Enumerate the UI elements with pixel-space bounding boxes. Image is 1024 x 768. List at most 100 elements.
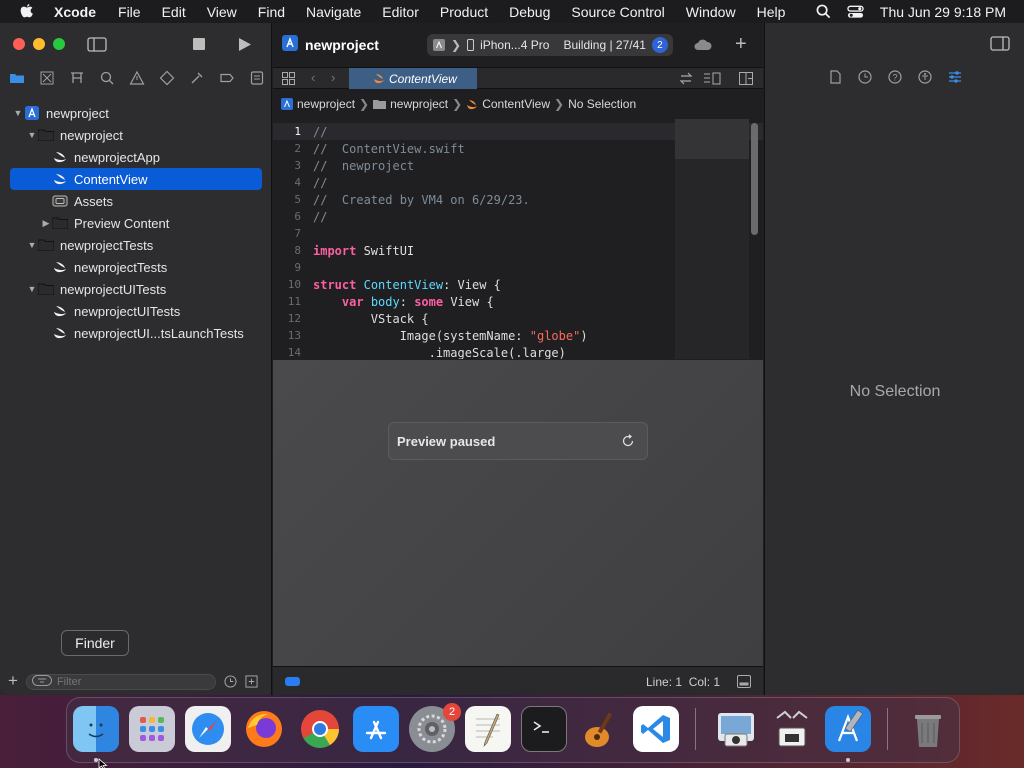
source-editor[interactable]: 1//2// ContentView.swift 3// newproject 4/… — [273, 119, 763, 359]
source-control-filter-icon[interactable] — [245, 674, 258, 688]
debug-area-panel-icon[interactable] — [737, 675, 751, 688]
inspector-toggle-icon[interactable] — [990, 36, 1010, 51]
scheme-project-name[interactable]: newproject — [305, 37, 379, 53]
breakpoint-navigator-icon[interactable] — [219, 70, 235, 86]
control-center-icon[interactable] — [847, 5, 864, 19]
minimap-visible-region[interactable] — [675, 119, 749, 159]
file-inspector-icon[interactable] — [827, 69, 843, 85]
activity-count-badge[interactable]: 2 — [651, 37, 668, 53]
editor-scrollbar[interactable] — [751, 123, 758, 235]
stop-icon[interactable] — [193, 38, 205, 50]
navigator-row[interactable]: ▼ newprojectTests — [0, 234, 272, 256]
disclosure-open-icon[interactable]: ▼ — [26, 240, 38, 250]
related-items-grid-icon[interactable] — [282, 72, 295, 85]
refresh-arrows-icon[interactable] — [679, 72, 693, 85]
project-navigator-folder-icon[interactable] — [9, 70, 25, 86]
disclosure-open-icon[interactable]: ▼ — [26, 284, 38, 294]
menu-edit[interactable]: Edit — [162, 4, 186, 20]
disclosure-open-icon[interactable]: ▼ — [12, 108, 24, 118]
line-number[interactable]: 9 — [273, 261, 313, 274]
test-navigator-diamond-icon[interactable] — [159, 70, 175, 86]
forward-chevron-icon[interactable]: › — [331, 70, 335, 85]
dock-terminal-icon[interactable] — [521, 706, 567, 752]
line-number[interactable]: 1 — [273, 125, 313, 138]
menu-debug[interactable]: Debug — [509, 4, 550, 20]
navigator-row[interactable]: ▼ newprojectUITests — [0, 278, 272, 300]
run-destination[interactable]: iPhon...4 Pro — [480, 38, 549, 52]
minimize-window-button[interactable] — [33, 38, 45, 50]
menu-editor[interactable]: Editor — [382, 4, 419, 20]
navigator-row[interactable]: newprojectUITests — [0, 300, 272, 322]
breadcrumb-symbol[interactable]: No Selection — [568, 97, 636, 111]
add-file-plus-icon[interactable]: + — [8, 671, 18, 691]
source-control-navigator-icon[interactable] — [39, 70, 55, 86]
navigator-row[interactable]: ▶ Preview Content — [0, 212, 272, 234]
breadcrumb-group[interactable]: newproject — [390, 97, 448, 111]
run-icon[interactable] — [238, 37, 252, 52]
navigator-row[interactable]: ContentView — [10, 168, 262, 190]
editor-options-icon[interactable] — [703, 72, 721, 85]
menu-window[interactable]: Window — [686, 4, 736, 20]
dock-finder-icon[interactable] — [73, 706, 119, 752]
symbol-navigator-icon[interactable] — [69, 70, 85, 86]
report-navigator-icon[interactable] — [249, 70, 265, 86]
disclosure-open-icon[interactable]: ▼ — [26, 130, 38, 140]
issue-navigator-warning-icon[interactable] — [129, 70, 145, 86]
attributes-inspector-sliders-icon[interactable] — [947, 69, 963, 85]
navigator-row[interactable]: Assets — [0, 190, 272, 212]
activity-status-bar[interactable]: ❯ iPhon...4 Pro Building | 27/41 2 — [427, 34, 673, 56]
menu-product[interactable]: Product — [440, 4, 488, 20]
line-number[interactable]: 6 — [273, 210, 313, 223]
menu-source-control[interactable]: Source Control — [571, 4, 664, 20]
navigator-filter-input[interactable] — [25, 674, 216, 690]
navigator-row[interactable]: newprojectTests — [0, 256, 272, 278]
quick-help-question-icon[interactable]: ? — [887, 69, 903, 85]
tab-contentview[interactable]: ContentView — [349, 68, 477, 89]
dock-chrome-icon[interactable] — [297, 706, 343, 752]
minimap[interactable] — [675, 119, 749, 359]
spotlight-search-icon[interactable] — [816, 4, 831, 19]
apple-icon[interactable] — [18, 3, 36, 21]
menu-find[interactable]: Find — [258, 4, 285, 20]
navigator-row[interactable]: newprojectApp — [0, 146, 272, 168]
dock-system-settings-icon[interactable]: 2 — [409, 703, 461, 752]
dock-vscode-icon[interactable] — [633, 706, 679, 752]
menu-view[interactable]: View — [207, 4, 237, 20]
find-navigator-icon[interactable] — [99, 70, 115, 86]
debug-area-toggle-icon[interactable] — [285, 677, 300, 686]
zoom-window-button[interactable] — [53, 38, 65, 50]
filter-options-icon[interactable] — [31, 675, 52, 686]
split-editor-icon[interactable] — [739, 72, 753, 85]
sidebar-toggle-icon[interactable] — [87, 37, 107, 52]
menu-navigate[interactable]: Navigate — [306, 4, 361, 20]
menu-help[interactable]: Help — [757, 4, 786, 20]
dock-garageband-icon[interactable] — [577, 706, 623, 752]
dock-launchpad-icon[interactable] — [129, 706, 175, 752]
menubar-clock[interactable]: Thu Jun 29 9:18 PM — [880, 4, 1006, 20]
line-number[interactable]: 3 — [273, 159, 313, 172]
breadcrumb-file[interactable]: ContentView — [482, 97, 550, 111]
resume-preview-refresh-icon[interactable] — [621, 434, 635, 448]
line-number[interactable]: 8 — [273, 244, 313, 257]
dock-firefox-icon[interactable] — [241, 706, 287, 752]
line-number[interactable]: 14 — [273, 346, 313, 359]
back-chevron-icon[interactable]: ‹ — [311, 70, 315, 85]
breadcrumb-project[interactable]: newproject — [297, 97, 355, 111]
library-plus-icon[interactable]: + — [735, 33, 747, 56]
disclosure-closed-icon[interactable]: ▶ — [40, 218, 52, 229]
dock-system-information-icon[interactable] — [769, 706, 815, 752]
line-number[interactable]: 7 — [273, 227, 313, 240]
line-number[interactable]: 11 — [273, 295, 313, 308]
history-inspector-clock-icon[interactable] — [857, 69, 873, 85]
navigator-row[interactable]: ▼ newproject — [0, 124, 272, 146]
line-number[interactable]: 13 — [273, 329, 313, 342]
dock-trash-icon[interactable] — [905, 706, 951, 752]
navigator-row[interactable]: ▼ newproject — [0, 102, 272, 124]
dock-textedit-icon[interactable] — [465, 706, 511, 752]
dock-xcode-icon[interactable] — [825, 706, 871, 752]
line-number[interactable]: 4 — [273, 176, 313, 189]
line-number[interactable]: 5 — [273, 193, 313, 206]
recent-files-clock-icon[interactable] — [224, 674, 237, 688]
menu-file[interactable]: File — [118, 4, 141, 20]
line-number[interactable]: 2 — [273, 142, 313, 155]
